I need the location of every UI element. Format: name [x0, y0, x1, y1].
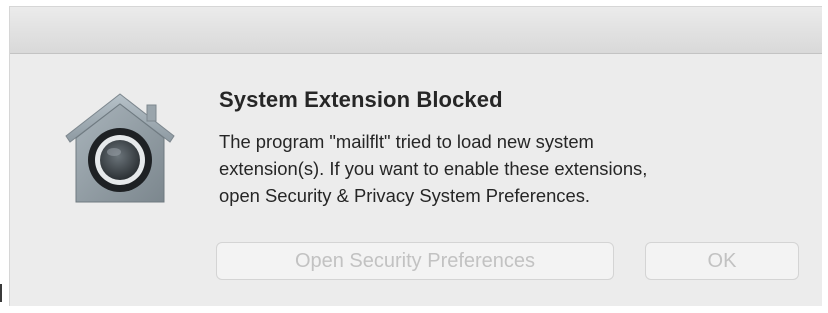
- system-extension-blocked-dialog: System Extension Blocked The program "ma…: [9, 6, 822, 306]
- message-line: The program "mailflt" tried to load new …: [219, 131, 594, 152]
- message-line: open Security & Privacy System Preferenc…: [219, 185, 591, 206]
- window-edge-fragment: [0, 284, 2, 302]
- screen: System Extension Blocked The program "ma…: [0, 0, 828, 313]
- dialog-title: System Extension Blocked: [219, 87, 503, 112]
- open-security-preferences-button[interactable]: Open Security Preferences: [216, 242, 614, 280]
- dialog-titlebar[interactable]: [10, 7, 822, 54]
- security-lock-house-icon: [60, 90, 180, 208]
- message-line: extension(s). If you want to enable thes…: [219, 158, 648, 179]
- dialog-message: The program "mailflt" tried to load new …: [219, 128, 809, 209]
- ok-button[interactable]: OK: [645, 242, 799, 280]
